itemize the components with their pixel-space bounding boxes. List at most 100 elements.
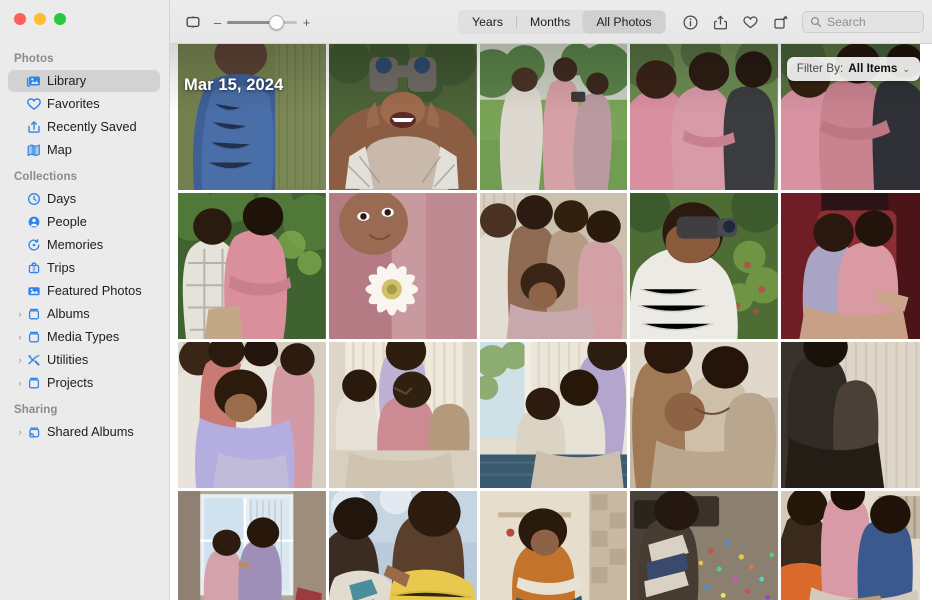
sidebar-item-label: Media Types (47, 328, 120, 344)
sidebar-item-label: Albums (47, 305, 90, 321)
search-icon (810, 16, 822, 28)
tab-years[interactable]: Years (459, 11, 516, 33)
projects-icon (26, 376, 45, 390)
heart-icon (26, 97, 45, 111)
sidebar-item-trips[interactable]: › Trips (8, 257, 160, 279)
zoom-in-label[interactable]: + (302, 16, 311, 29)
sidebar-item-albums[interactable]: › Albums (8, 303, 160, 325)
sidebar-item-media-types[interactable]: › Media Types (8, 326, 160, 348)
photo-grid-row (178, 491, 929, 600)
photo-window-room-pair[interactable] (479, 342, 628, 488)
photo-kids-floor-hug[interactable] (630, 342, 779, 488)
toolbar-left-group: – + (182, 0, 311, 44)
sidebar-item-map[interactable]: › Map (8, 139, 160, 161)
rotate-button[interactable] (765, 8, 795, 36)
filter-value: All Items (848, 61, 898, 76)
view-mode-segmented-control[interactable]: Years Months All Photos (458, 10, 666, 34)
date-label: Mar 15, 2024 (184, 76, 284, 94)
sidebar-item-utilities[interactable]: › Utilities (8, 349, 160, 371)
disclosure-icon[interactable]: › (14, 378, 26, 388)
trips-icon (26, 261, 45, 275)
photo-binoculars-portrait[interactable] (328, 44, 477, 190)
sidebar-item-favorites[interactable]: › Favorites (8, 93, 160, 115)
photo-two-hug-garden[interactable] (178, 193, 326, 339)
zoom-out-label[interactable]: – (213, 16, 222, 29)
sidebar-scroll-area[interactable]: Photos › Library › Favorites › (0, 44, 170, 600)
photo-window-clapping[interactable] (178, 491, 326, 600)
photo-father-son[interactable] (328, 491, 477, 600)
photo-knit-sweater[interactable] (178, 44, 326, 190)
chevron-down-icon: ⌄ (902, 63, 910, 74)
search-field[interactable]: Search (802, 11, 924, 33)
search-placeholder: Search (827, 14, 866, 29)
photo-boy-table-game[interactable] (479, 491, 628, 600)
albums-icon (26, 307, 45, 321)
info-button[interactable] (675, 8, 705, 36)
media-types-icon (26, 330, 45, 344)
photo-boy-binoculars[interactable] (630, 193, 779, 339)
photo-grid-area[interactable]: Mar 15, 2024 Filter By: All Items ⌄ (170, 44, 932, 600)
toolbar: – + Years Months All Photos Search (170, 0, 932, 44)
sidebar-item-projects[interactable]: › Projects (8, 372, 160, 394)
minimize-button[interactable] (34, 13, 46, 25)
sidebar-item-label: Featured Photos (47, 282, 142, 298)
disclosure-icon[interactable]: › (14, 355, 26, 365)
sidebar-item-label: Shared Albums (47, 423, 134, 439)
photo-grid-row (178, 342, 929, 488)
window-controls (14, 13, 66, 25)
sidebar-item-days[interactable]: › Days (8, 188, 160, 210)
featured-photos-icon (26, 284, 45, 298)
sidebar-item-label: Projects (47, 374, 94, 390)
photo-dahlia-flower[interactable] (328, 193, 477, 339)
sidebar-item-shared-albums[interactable]: › Shared Albums (8, 421, 160, 443)
sidebar-item-label: Favorites (47, 95, 100, 111)
photo-embrace-pink[interactable] (630, 44, 779, 190)
photo-family-radiator[interactable] (781, 491, 929, 600)
sidebar-item-label: Memories (47, 236, 104, 252)
window-right-edge (920, 44, 932, 600)
sidebar-item-memories[interactable]: › Memories (8, 234, 160, 256)
person-icon (26, 215, 45, 229)
sidebar-item-recently-saved[interactable]: › Recently Saved (8, 116, 160, 138)
zoom-button[interactable] (54, 13, 66, 25)
sidebar: Photos › Library › Favorites › (0, 0, 170, 600)
photo-family-sofa-lavender[interactable] (178, 342, 326, 488)
sidebar-item-label: Trips (47, 259, 75, 275)
sidebar-item-featured-photos[interactable]: › Featured Photos (8, 280, 160, 302)
sidebar-item-label: People (47, 213, 87, 229)
sidebar-section-sharing-header: Sharing (14, 404, 58, 416)
photo-hair-braiding[interactable] (328, 342, 477, 488)
photo-sofa-red-wall[interactable] (781, 193, 929, 339)
disclosure-icon[interactable]: › (14, 427, 26, 437)
tab-months[interactable]: Months (517, 11, 583, 33)
disclosure-icon[interactable]: › (14, 309, 26, 319)
favorite-button[interactable] (735, 8, 765, 36)
toolbar-right-group: Search (675, 0, 924, 44)
sidebar-item-library[interactable]: › Library (8, 70, 160, 92)
photo-grid-row (178, 193, 929, 339)
sidebar-section-collections-header: Collections (14, 171, 78, 183)
photo-doorway-pair[interactable] (781, 342, 929, 488)
recently-saved-icon (26, 120, 45, 134)
photo-confetti-floor[interactable] (630, 491, 779, 600)
slider-fill (227, 20, 275, 24)
photo-garden-group[interactable] (479, 44, 628, 190)
share-button[interactable] (705, 8, 735, 36)
disclosure-icon[interactable]: › (14, 332, 26, 342)
map-icon (26, 143, 45, 157)
filter-by-button[interactable]: Filter By: All Items ⌄ (786, 57, 920, 81)
library-icon (26, 74, 45, 88)
photo-family-cuddle[interactable] (479, 193, 628, 339)
sidebar-item-label: Library (47, 72, 87, 88)
photos-app-window: Photos › Library › Favorites › (0, 0, 932, 600)
slider-thumb[interactable] (269, 14, 284, 30)
sidebar-section-photos-header: Photos (14, 53, 54, 65)
sidebar-toggle-icon[interactable] (182, 11, 204, 33)
sidebar-item-people[interactable]: › People (8, 211, 160, 233)
zoom-slider-control[interactable]: – + (213, 14, 311, 30)
zoom-slider[interactable] (227, 14, 297, 30)
clock-icon (26, 192, 45, 206)
close-button[interactable] (14, 13, 26, 25)
sidebar-item-label: Recently Saved (47, 118, 137, 134)
tab-all-photos[interactable]: All Photos (583, 11, 665, 33)
